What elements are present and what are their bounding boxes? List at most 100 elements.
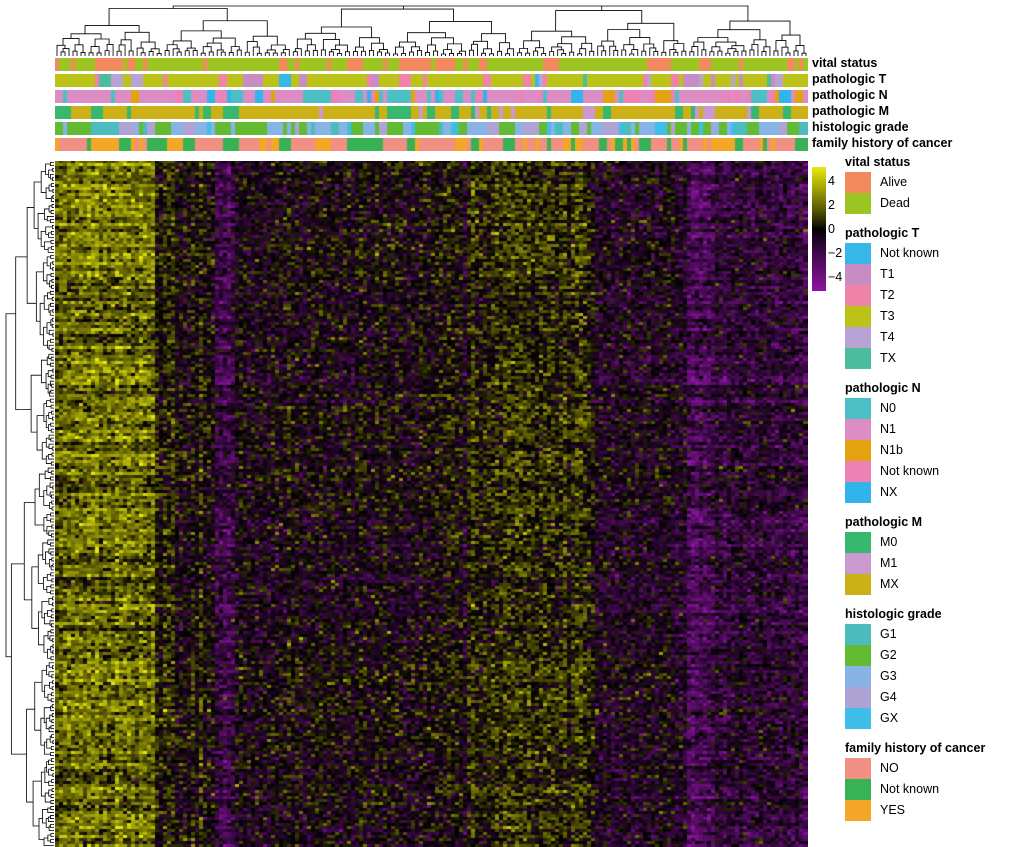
legend-swatch-icon [845,193,871,214]
legend-item[interactable]: N0 [845,398,1020,419]
legend-item[interactable]: Not known [845,461,1020,482]
legend-item-label: Not known [880,243,939,264]
legend-title-pathologic-T: pathologic T [845,226,1020,241]
legend-swatch-icon [845,348,871,369]
legend-item[interactable]: T3 [845,306,1020,327]
annotation-track-pathologic-M [55,106,808,119]
legend-item[interactable]: GX [845,708,1020,729]
legend-swatch-icon [845,327,871,348]
legend-item[interactable]: Not known [845,779,1020,800]
colorbar-tick-4: 4 [828,174,835,188]
legend-item[interactable]: T4 [845,327,1020,348]
legend-item-label: M0 [880,532,897,553]
legend-item-label: N1 [880,419,896,440]
legend-item[interactable]: N1b [845,440,1020,461]
annotation-track-pathologic-N [55,90,808,103]
legend-swatch-icon [845,687,871,708]
legend-swatch-icon [845,419,871,440]
annotation-track-canvas [55,138,808,151]
legend-item-label: YES [880,800,905,821]
legend-item-label: N0 [880,398,896,419]
annotation-label-pathologic-m: pathologic M [812,104,1020,120]
legend-block-family-history-of-cancer: family history of cancer NONot knownYES [845,741,1020,821]
annotation-label-histologic-grade: histologic grade [812,120,1020,136]
legend-item-label: G3 [880,666,897,687]
legend-item[interactable]: Not known [845,243,1020,264]
legend-swatch-icon [845,779,871,800]
column-dendrogram [55,4,808,56]
colorbar-tick-2: 2 [828,198,835,212]
legend-item[interactable]: N1 [845,419,1020,440]
annotation-track-histologic-grade [55,122,808,135]
legend-item[interactable]: G1 [845,624,1020,645]
legend-item[interactable]: T2 [845,285,1020,306]
legend-item-label: T4 [880,327,895,348]
legend-item[interactable]: NX [845,482,1020,503]
legend-swatch-icon [845,532,871,553]
legend-item-label: T2 [880,285,895,306]
colorbar-canvas [812,167,826,291]
legend-item[interactable]: M1 [845,553,1020,574]
legend-item[interactable]: G4 [845,687,1020,708]
legend-item-label: Alive [880,172,907,193]
legend-swatch-icon [845,574,871,595]
legend-item-label: N1b [880,440,903,461]
legend-item-label: NX [880,482,897,503]
legend-swatch-icon [845,440,871,461]
annotation-label-pathologic-t: pathologic T [812,72,1020,88]
legend-block-pathologic-T: pathologic T Not knownT1T2T3T4TX [845,226,1020,369]
colorbar-tick-neg4: −4 [828,270,842,284]
legend-item[interactable]: MX [845,574,1020,595]
annotation-label-pathologic-n: pathologic N [812,88,1020,104]
legend-item-label: Not known [880,779,939,800]
colorbar-tick-neg2: −2 [828,246,842,260]
legend-swatch-icon [845,624,871,645]
annotation-track-canvas [55,122,808,135]
annotation-track-pathologic-T [55,74,808,87]
legend-item-label: G4 [880,687,897,708]
heatmap-figure: vital status pathologic T pathologic N p… [0,0,1020,847]
legend-item-label: Not known [880,461,939,482]
legend-item[interactable]: G2 [845,645,1020,666]
legend-item-label: MX [880,574,899,595]
legend-item[interactable]: YES [845,800,1020,821]
legend-item[interactable]: NO [845,758,1020,779]
legend-swatch-icon [845,666,871,687]
legend-swatch-icon [845,264,871,285]
legend-block-pathologic-M: pathologic M M0M1MX [845,515,1020,595]
colorbar-tick-0: 0 [828,222,835,236]
legend-swatch-icon [845,800,871,821]
legend-title-pathologic-M: pathologic M [845,515,1020,530]
legend-item[interactable]: Alive [845,172,1020,193]
legend-swatch-icon [845,243,871,264]
legend-item-label: M1 [880,553,897,574]
legend-title-family-history-of-cancer: family history of cancer [845,741,1020,756]
legend-item[interactable]: M0 [845,532,1020,553]
legend-item-label: TX [880,348,896,369]
legend-swatch-icon [845,398,871,419]
legend-item[interactable]: Dead [845,193,1020,214]
legend-item-label: NO [880,758,899,779]
row-dendrogram [4,161,54,847]
annotation-label-family-history-of-cancer: family history of cancer [812,136,1020,152]
legend-block-vital-status: vital status AliveDead [845,155,1020,214]
column-dendrogram-path [57,6,806,56]
legend-swatch-icon [845,553,871,574]
legend-swatch-icon [845,708,871,729]
legend-block-pathologic-N: pathologic NN0N1N1bNot knownNX [845,381,1020,503]
legend-item-label: Dead [880,193,910,214]
legend-item[interactable]: G3 [845,666,1020,687]
annotation-track-family-history-of-cancer [55,138,808,151]
row-dendrogram-svg [4,161,54,847]
legend-title-vital-status: vital status [845,155,1020,170]
legend-item-label: T3 [880,306,895,327]
legend-title-histologic-grade: histologic grade [845,607,1020,622]
legend-swatch-icon [845,645,871,666]
annotation-track-canvas [55,58,808,71]
annotation-label-vital-status: vital status [812,56,1020,72]
annotation-track-canvas [55,74,808,87]
legend-item[interactable]: TX [845,348,1020,369]
legend-panel: vital status AliveDead pathologic T Not kno… [845,155,1020,833]
heatmap-canvas [55,161,808,847]
legend-item[interactable]: T1 [845,264,1020,285]
